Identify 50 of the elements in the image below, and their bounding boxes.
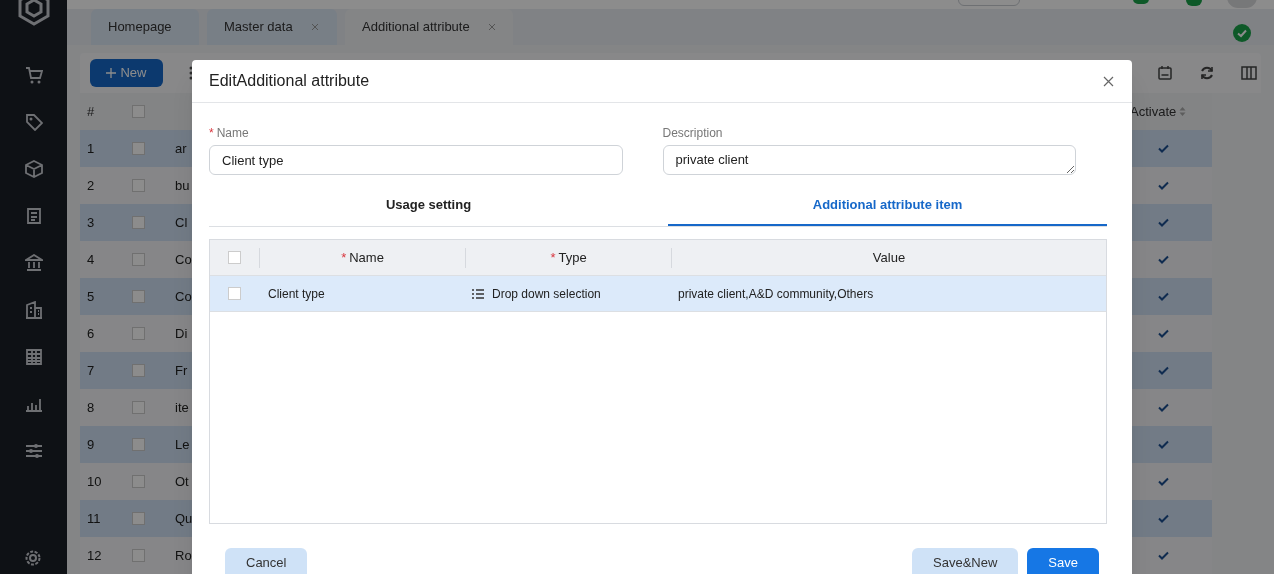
table-cell-text: 9	[86, 435, 96, 454]
table-cell-text: Ot	[175, 472, 190, 491]
table-cell-text: Cl	[175, 213, 189, 232]
table-cell-text: Ro	[175, 546, 193, 565]
table-cell-text: 8	[86, 398, 96, 417]
table-cell-text: bu	[175, 176, 191, 195]
column-header: Name	[349, 248, 384, 267]
table-cell-text: Co	[175, 287, 193, 306]
table-cell-text: Qu	[175, 509, 194, 528]
table-cell-text: 4	[86, 250, 96, 269]
column-header: Activate	[1130, 102, 1177, 121]
cancel-button[interactable]: Cancel	[225, 548, 308, 574]
table-cell-text: private client,A&D community,Others	[678, 285, 874, 303]
save-and-new-button[interactable]: Save&New	[912, 548, 1019, 574]
tab[interactable]: Additional attribute	[345, 9, 513, 45]
tab[interactable]: Usage setting	[209, 195, 668, 226]
save-button[interactable]: Save	[1027, 548, 1099, 574]
table-cell-text: 1	[86, 139, 96, 158]
tab[interactable]: Master data	[207, 9, 337, 45]
table-row[interactable]: Client type Drop down selection private client,A&D community,Others	[210, 276, 1106, 312]
table-cell-text: Co	[175, 250, 193, 269]
new-button[interactable]: New	[90, 59, 163, 87]
required-mark: *	[341, 248, 347, 267]
required-mark: *	[209, 125, 214, 142]
table-cell-text: 2	[86, 176, 96, 195]
table-cell-text: ite	[175, 398, 190, 417]
description-field[interactable]: private client	[662, 145, 1076, 175]
table-cell-text: Le	[175, 435, 191, 454]
table-cell-text: Di	[175, 324, 189, 343]
field-label: Name	[216, 125, 249, 142]
name-field[interactable]: Client type	[209, 145, 623, 175]
column-header: #	[86, 102, 96, 121]
tab[interactable]: Homepage	[91, 9, 199, 45]
table-cell-text: 7	[86, 361, 96, 380]
table-cell-text: Client type	[268, 285, 326, 303]
table-cell-text: 12	[86, 546, 103, 565]
table-cell-text: 6	[86, 324, 96, 343]
dialog-title: EditAdditional attribute	[209, 71, 370, 91]
column-header: Type	[558, 248, 587, 267]
field-label: Description	[662, 125, 723, 142]
column-header: Value	[872, 248, 906, 267]
table-cell-text: 11	[86, 509, 102, 528]
table-cell-text: 3	[86, 213, 96, 232]
required-mark: *	[550, 248, 556, 267]
table-cell-text: ar	[175, 139, 188, 158]
table-cell-text: Fr	[175, 361, 189, 380]
table-cell-text: Drop down selection	[492, 285, 601, 303]
table-cell-text: 5	[86, 287, 96, 306]
table-cell-text: 10	[86, 472, 103, 491]
tab[interactable]: Additional attribute item	[668, 195, 1107, 226]
